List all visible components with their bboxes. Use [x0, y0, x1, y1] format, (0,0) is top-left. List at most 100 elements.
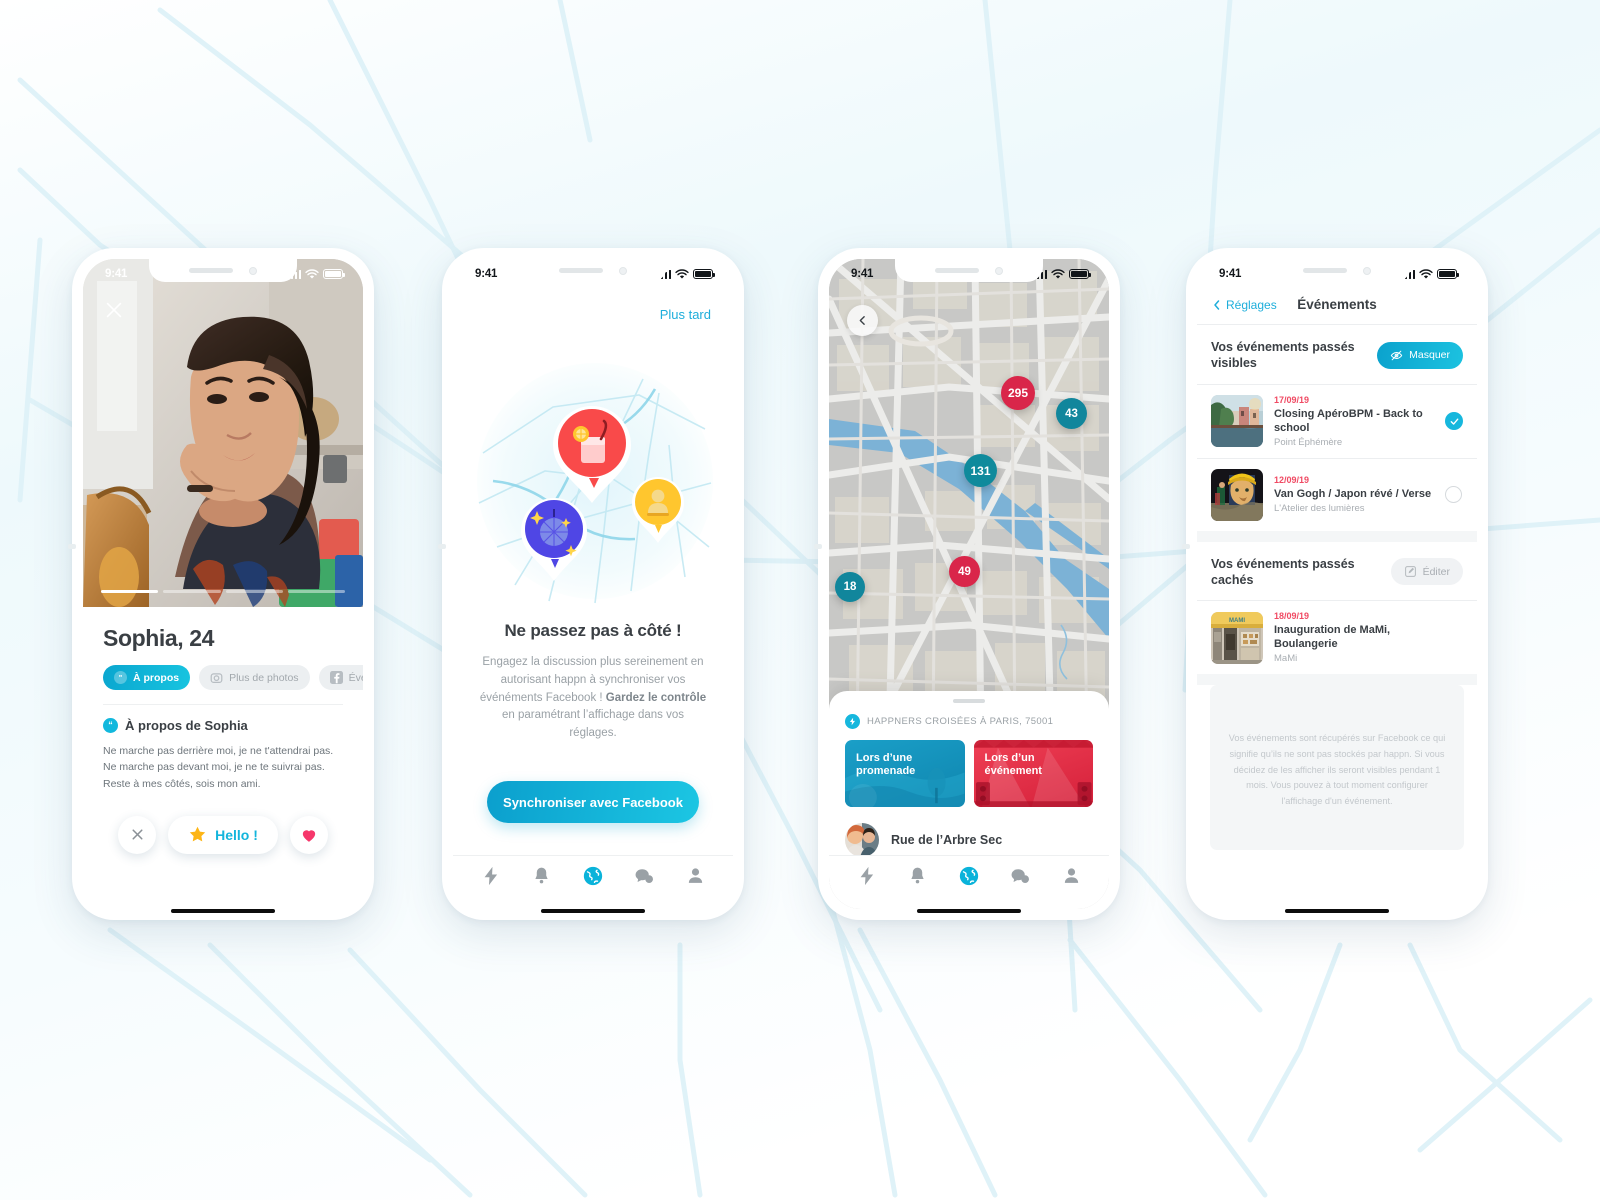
home-indicator: [917, 908, 1021, 913]
events-footnote-box: Vos événements sont récupérés sur Facebo…: [1210, 685, 1464, 850]
reject-button[interactable]: [118, 815, 157, 854]
globe-icon[interactable]: [581, 864, 605, 888]
status-time: 9:41: [851, 268, 874, 280]
front-camera: [249, 266, 257, 275]
phone-notch: [895, 259, 1043, 282]
event-info: 18/09/19 Inauguration de MaMi, Boulanger…: [1274, 611, 1434, 664]
star-icon: [189, 827, 206, 842]
profile-icon[interactable]: [1059, 864, 1083, 888]
event-row[interactable]: 17/09/19 Closing ApéroBPM - Back to scho…: [1197, 383, 1477, 458]
editer-label: Éditer: [1422, 565, 1450, 578]
bolt-icon[interactable]: [479, 864, 503, 888]
events-footnote-text: Vos événements sont récupérés sur Facebo…: [1228, 733, 1446, 806]
map-bottom-sheet[interactable]: HAPPNERS CROISÉES À PARIS, 75001 Lors d’…: [829, 691, 1109, 857]
masquer-label: Masquer: [1409, 349, 1450, 362]
hello-button-label: Hello !: [215, 826, 258, 843]
home-indicator: [1285, 908, 1389, 913]
heart-icon: [302, 830, 316, 842]
event-row[interactable]: 12/09/19 Van Gogh / Japon révé / Verse L…: [1197, 457, 1477, 531]
sheet-title: HAPPNERS CROISÉES À PARIS, 75001: [867, 715, 1054, 727]
tab-evenements[interactable]: Événeme: [318, 665, 363, 690]
bolt-icon[interactable]: [855, 864, 879, 888]
status-time: 9:41: [1219, 268, 1242, 280]
map-cluster-295[interactable]: 295: [1001, 376, 1035, 410]
map-cluster-18[interactable]: 18: [835, 572, 865, 602]
card-label: Lors d’une promenade: [856, 751, 916, 778]
event-thumbnail: MAMI: [1211, 611, 1263, 664]
wifi-icon: [305, 268, 319, 279]
bolt-icon: [845, 713, 860, 729]
profile-icon[interactable]: [683, 864, 707, 888]
map-cluster-131[interactable]: 131: [964, 454, 997, 487]
like-button[interactable]: [289, 815, 328, 854]
svg-text:MAMI: MAMI: [1229, 618, 1245, 624]
sync-illustration: [453, 333, 733, 615]
event-info: 12/09/19 Van Gogh / Japon révé / Verse L…: [1274, 475, 1434, 514]
chat-icon[interactable]: [632, 864, 656, 888]
sheet-grabber[interactable]: [953, 699, 985, 703]
section-header-visible: Vos événements passés visibles Masquer: [1197, 325, 1477, 384]
wifi-icon: [1419, 268, 1433, 279]
tab-plus-de-photos[interactable]: Plus de photos: [199, 665, 310, 690]
chat-icon[interactable]: [1008, 864, 1032, 888]
card-lors-dun-evenement[interactable]: Lors d’un événement: [973, 739, 1093, 807]
page-title: Sophia, 24: [103, 625, 215, 651]
phone-side-button: [438, 544, 446, 549]
event-name: Van Gogh / Japon révé / Verse: [1274, 488, 1432, 501]
wifi-icon: [675, 268, 689, 279]
sync-body-bold: Gardez le contrôle: [605, 691, 707, 704]
edit-icon: [1404, 566, 1416, 578]
profile-photo-image: [83, 259, 363, 607]
profile-photo[interactable]: [83, 259, 363, 607]
event-place: L'Atelier des lumières: [1274, 503, 1365, 515]
event-place: Point Éphémère: [1274, 436, 1343, 448]
navigation-bar: Réglages Événements: [1197, 285, 1477, 325]
card-lors-dune-promenade[interactable]: Lors d’une promenade: [845, 739, 965, 807]
sync-facebook-button[interactable]: Synchroniser avec Facebook: [487, 781, 699, 823]
profile-tabs: " À propos Plus de photos Év: [103, 665, 363, 690]
tab-a-propos[interactable]: " À propos: [103, 665, 191, 690]
profile-details: Sophia, 24 " À propos Plus de photos Év …: [83, 607, 363, 909]
bakery-photo: MAMI: [1211, 611, 1263, 664]
event-visibility-spacer: [1445, 629, 1463, 647]
photo-progress-bar[interactable]: [101, 590, 345, 593]
close-icon[interactable]: [103, 299, 125, 321]
screen-events: 9:41 Réglages Événements Vos événements …: [1197, 259, 1477, 909]
battery-icon: [1437, 269, 1460, 279]
front-camera: [1363, 266, 1371, 275]
camera-icon: [210, 671, 223, 684]
map-pins-illustration: [477, 363, 713, 604]
wifi-icon: [1051, 268, 1065, 279]
crossing-context-cards: Lors d’une promenade Lors d’un événement: [845, 739, 1093, 807]
bell-icon[interactable]: [906, 864, 930, 888]
event-visibility-toggle[interactable]: [1445, 485, 1463, 504]
hello-button[interactable]: Hello !: [168, 815, 278, 854]
crossing-list-item[interactable]: Rue de l’Arbre Sec: [845, 822, 1093, 857]
back-to-reglages-button[interactable]: Réglages: [1211, 298, 1277, 312]
earpiece-speaker: [189, 268, 233, 273]
plus-tard-button[interactable]: Plus tard: [660, 307, 711, 322]
globe-icon[interactable]: [957, 864, 981, 888]
avatar: [845, 822, 879, 857]
event-visibility-toggle[interactable]: [1445, 412, 1463, 431]
about-section-title: À propos de Sophia: [125, 718, 248, 733]
svg-text:": ": [119, 673, 122, 682]
quote-icon: ": [114, 671, 127, 684]
editer-button[interactable]: Éditer: [1390, 558, 1463, 586]
earpiece-speaker: [1303, 268, 1347, 273]
event-row[interactable]: MAMI 18/09/19 Inauguration de MaMi, Boul…: [1197, 600, 1477, 674]
tab-label: À propos: [133, 671, 180, 684]
bell-icon[interactable]: [530, 864, 554, 888]
avatar-image: [845, 822, 879, 857]
home-indicator: [171, 908, 275, 913]
masquer-button[interactable]: Masquer: [1377, 341, 1463, 369]
events-list: Vos événements passés visibles Masquer 1…: [1197, 325, 1477, 909]
phone-notch: [1263, 259, 1411, 282]
event-place: MaMi: [1274, 653, 1298, 665]
map-back-button[interactable]: [847, 305, 878, 336]
phone-notch: [149, 259, 297, 282]
map-cluster-43[interactable]: 43: [1056, 398, 1087, 429]
map-cluster-49[interactable]: 49: [949, 556, 980, 587]
status-time: 9:41: [105, 268, 128, 280]
section-header-hidden: Vos événements passés cachés Éditer: [1197, 542, 1477, 601]
